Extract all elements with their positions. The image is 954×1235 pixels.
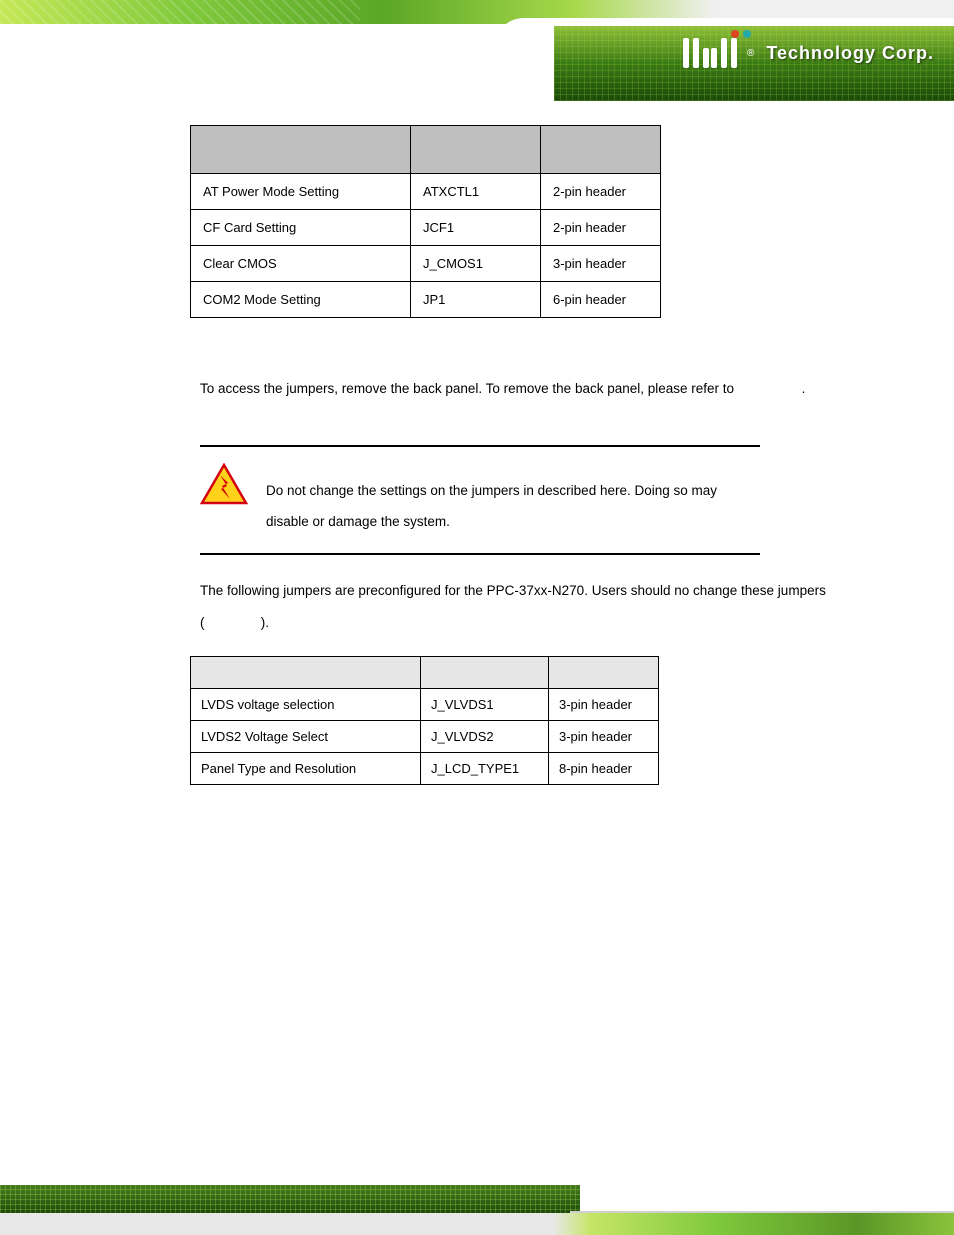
cell: 2-pin header (541, 174, 661, 210)
table-row: COM2 Mode SettingJP16-pin header (191, 282, 661, 318)
table-header-row (191, 126, 661, 174)
cell: AT Power Mode Setting (191, 174, 411, 210)
cell: LVDS2 Voltage Select (191, 720, 421, 752)
para-text: The following jumpers are preconfigured … (200, 583, 826, 629)
cell: Clear CMOS (191, 246, 411, 282)
para-text: ). (261, 615, 269, 630)
cell: JCF1 (411, 210, 541, 246)
cell: 6-pin header (541, 282, 661, 318)
circuit-pattern (0, 0, 360, 24)
jumper-table-1: AT Power Mode SettingATXCTL12-pin header… (190, 125, 661, 318)
cell: Panel Type and Resolution (191, 752, 421, 784)
cell: COM2 Mode Setting (191, 282, 411, 318)
table-header (549, 656, 659, 688)
table-row: LVDS2 Voltage SelectJ_VLVDS23-pin header (191, 720, 659, 752)
cell: LVDS voltage selection (191, 688, 421, 720)
company-logo: ® Technology Corp. (683, 38, 934, 68)
bottom-banner (0, 1135, 954, 1235)
cell: J_VLVDS1 (421, 688, 549, 720)
table-row: AT Power Mode SettingATXCTL12-pin header (191, 174, 661, 210)
cell: 3-pin header (549, 720, 659, 752)
table-header-row (191, 656, 659, 688)
cell: J_LCD_TYPE1 (421, 752, 549, 784)
warning-block: Do not change the settings on the jumper… (200, 445, 864, 555)
jumper-table-2: LVDS voltage selectionJ_VLVDS13-pin head… (190, 656, 659, 785)
warning-icon (200, 463, 248, 512)
para-text: To access the jumpers, remove the back p… (200, 381, 734, 396)
cell: J_VLVDS2 (421, 720, 549, 752)
cell: 2-pin header (541, 210, 661, 246)
top-banner: ® Technology Corp. (0, 0, 954, 105)
table-row: LVDS voltage selectionJ_VLVDS13-pin head… (191, 688, 659, 720)
bottom-strip (0, 1213, 954, 1235)
table-header (541, 126, 661, 174)
table-row: CF Card SettingJCF12-pin header (191, 210, 661, 246)
table-header (191, 126, 411, 174)
table-header (411, 126, 541, 174)
table-header (421, 656, 549, 688)
white-curve (0, 1155, 600, 1185)
cell: CF Card Setting (191, 210, 411, 246)
access-paragraph: To access the jumpers, remove the back p… (200, 373, 864, 405)
preconfig-paragraph: The following jumpers are preconfigured … (200, 575, 864, 637)
cell: 3-pin header (549, 688, 659, 720)
cell: JP1 (411, 282, 541, 318)
cell: ATXCTL1 (411, 174, 541, 210)
registered-mark: ® (747, 48, 754, 59)
cell: 8-pin header (549, 752, 659, 784)
logo-bg: ® Technology Corp. (554, 26, 954, 101)
cell: 3-pin header (541, 246, 661, 282)
divider (200, 445, 760, 447)
warning-body: Do not change the settings on the jumper… (200, 455, 864, 553)
warning-content: Do not change the settings on the jumper… (266, 463, 726, 537)
logo-block: ® Technology Corp. (534, 0, 954, 105)
company-name: Technology Corp. (766, 43, 934, 64)
table-row: Panel Type and ResolutionJ_LCD_TYPE18-pi… (191, 752, 659, 784)
warning-text: Do not change the settings on the jumper… (266, 475, 726, 537)
iei-logo-icon (683, 38, 737, 68)
cell: J_CMOS1 (411, 246, 541, 282)
divider (200, 553, 760, 555)
table-row: Clear CMOSJ_CMOS13-pin header (191, 246, 661, 282)
para-text: . (802, 381, 806, 396)
table-header (191, 656, 421, 688)
page-content: AT Power Mode SettingATXCTL12-pin header… (0, 105, 954, 785)
